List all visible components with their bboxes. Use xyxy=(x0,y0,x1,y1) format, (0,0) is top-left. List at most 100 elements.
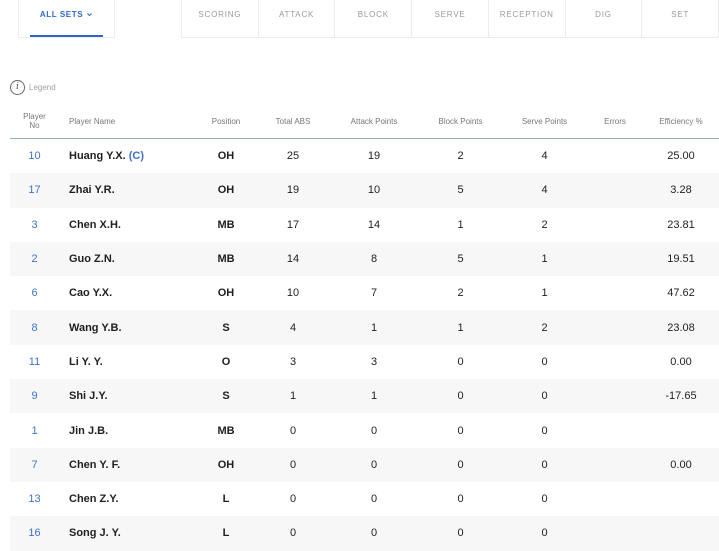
total-abs-value: 17 xyxy=(286,218,300,231)
table-row[interactable]: 11 Li Y. Y. O 3 3 0 0 0.00 xyxy=(10,345,719,379)
tab-scoring[interactable]: SCORING xyxy=(182,0,259,37)
efficiency-value xyxy=(643,413,719,447)
player-name[interactable]: Cao Y.X. xyxy=(59,276,195,310)
player-name[interactable]: Chen Z.Y. xyxy=(59,482,195,516)
player-number[interactable]: 17 xyxy=(10,173,59,208)
efficiency-value: 3.28 xyxy=(643,173,719,208)
attack-points-value: 0 xyxy=(370,493,378,506)
header-total-abs[interactable]: Total ABS xyxy=(257,104,329,139)
player-number[interactable]: 13 xyxy=(10,482,59,516)
table-row[interactable]: 16 Song J. Y. L 0 0 0 0 xyxy=(10,516,719,551)
info-icon: i xyxy=(10,80,25,95)
table-row[interactable]: 2 Guo Z.N. MB 14 8 5 1 19.51 xyxy=(10,241,719,277)
player-name-text: Chen X.H. xyxy=(69,218,121,231)
player-number[interactable]: 9 xyxy=(10,379,59,414)
player-position: L xyxy=(222,493,230,506)
player-number[interactable]: 10 xyxy=(10,139,59,174)
tab-attack[interactable]: ATTACK xyxy=(259,0,336,37)
header-errors[interactable]: Errors xyxy=(587,104,643,139)
tab-block[interactable]: BLOCK xyxy=(335,0,413,37)
player-name[interactable]: Wang Y.B. xyxy=(59,310,195,345)
errors-value xyxy=(587,208,643,242)
total-abs-value: 0 xyxy=(257,516,329,551)
player-name[interactable]: Shi J.Y. xyxy=(59,379,195,414)
serve-points-value: 0 xyxy=(502,516,587,551)
player-name[interactable]: Li Y. Y. xyxy=(59,345,195,379)
table-row[interactable]: 1 Jin J.B. MB 0 0 0 0 xyxy=(10,413,719,447)
tab-set[interactable]: SET xyxy=(642,0,718,37)
player-name[interactable]: Chen X.H. xyxy=(59,208,195,242)
serve-points-value: 1 xyxy=(541,287,548,300)
player-name[interactable]: Huang Y.X. (C) xyxy=(59,139,195,174)
stat-category-tabs: SCORING ATTACK BLOCK SERVE RECEPTION DIG… xyxy=(181,0,719,38)
tab-reception[interactable]: RECEPTION xyxy=(489,0,566,37)
total-abs-value: 19 xyxy=(257,173,329,208)
block-points-value: 1 xyxy=(457,218,464,231)
table-row[interactable]: 10 Huang Y.X. (C) OH 25 19 2 4 25.00 xyxy=(10,139,719,174)
table-row[interactable]: 3 Chen X.H. MB 17 14 1 2 23.81 xyxy=(10,208,719,242)
serve-points-value: 2 xyxy=(502,310,587,345)
player-name[interactable]: Song J. Y. xyxy=(59,516,195,551)
serve-points-value: 4 xyxy=(541,150,548,163)
attack-points-value: 0 xyxy=(370,424,378,437)
chevron-down-icon xyxy=(87,13,93,17)
table-row[interactable]: 7 Chen Y. F. OH 0 0 0 0 0.00 xyxy=(10,447,719,482)
player-stats-table: Player No Player Name Position Total ABS… xyxy=(10,104,719,551)
header-player-name[interactable]: Player Name xyxy=(59,104,195,139)
efficiency-value: 0.00 xyxy=(670,355,692,368)
player-number[interactable]: 6 xyxy=(10,276,59,310)
table-row[interactable]: 13 Chen Z.Y. L 0 0 0 0 xyxy=(10,482,719,516)
player-name-text: Chen Z.Y. xyxy=(69,493,119,506)
player-name-text: Jin J.B. xyxy=(69,424,109,437)
block-points-value: 2 xyxy=(457,287,464,300)
header-efficiency[interactable]: Efficiency % xyxy=(643,104,719,139)
tab-dig[interactable]: DIG xyxy=(566,0,643,37)
attack-points-value: 8 xyxy=(329,241,419,277)
all-sets-dropdown[interactable]: ALL SETS xyxy=(18,0,115,38)
table-row[interactable]: 8 Wang Y.B. S 4 1 1 2 23.08 xyxy=(10,310,719,345)
player-position: OH xyxy=(195,173,257,208)
serve-points-value: 0 xyxy=(541,493,548,506)
errors-value xyxy=(587,241,643,277)
player-position: MB xyxy=(195,241,257,277)
table-row[interactable]: 17 Zhai Y.R. OH 19 10 5 4 3.28 xyxy=(10,173,719,208)
serve-points-value: 1 xyxy=(502,241,587,277)
attack-points-value: 14 xyxy=(367,218,381,231)
player-name-text: Li Y. Y. xyxy=(69,355,103,368)
block-points-value: 0 xyxy=(457,355,464,368)
player-number[interactable]: 11 xyxy=(10,345,59,379)
efficiency-value: 0.00 xyxy=(643,447,719,482)
header-block-points[interactable]: Block Points xyxy=(419,104,502,139)
serve-points-value: 0 xyxy=(541,424,548,437)
header-serve-points[interactable]: Serve Points xyxy=(502,104,587,139)
legend-toggle[interactable]: i Legend xyxy=(10,80,56,95)
total-abs-value: 1 xyxy=(257,379,329,414)
player-position: O xyxy=(221,355,231,368)
player-number[interactable]: 8 xyxy=(10,310,59,345)
block-points-value: 0 xyxy=(419,516,502,551)
efficiency-value xyxy=(643,516,719,551)
efficiency-value: 25.00 xyxy=(667,150,695,163)
player-name-text: Shi J.Y. xyxy=(69,390,108,403)
active-tab-underline xyxy=(30,35,103,37)
header-position[interactable]: Position xyxy=(195,104,257,139)
table-row[interactable]: 6 Cao Y.X. OH 10 7 2 1 47.62 xyxy=(10,276,719,310)
table-header-row: Player No Player Name Position Total ABS… xyxy=(10,104,719,139)
player-name[interactable]: Zhai Y.R. xyxy=(59,173,195,208)
player-number[interactable]: 1 xyxy=(10,413,59,447)
block-points-value: 5 xyxy=(419,173,502,208)
block-points-value: 0 xyxy=(419,447,502,482)
player-number[interactable]: 2 xyxy=(10,241,59,277)
table-row[interactable]: 9 Shi J.Y. S 1 1 0 0 -17.65 xyxy=(10,379,719,414)
tab-serve[interactable]: SERVE xyxy=(412,0,489,37)
header-player-no[interactable]: Player No xyxy=(10,104,59,139)
player-number[interactable]: 7 xyxy=(10,447,59,482)
total-abs-value: 0 xyxy=(289,493,297,506)
player-name[interactable]: Guo Z.N. xyxy=(59,241,195,277)
player-name[interactable]: Chen Y. F. xyxy=(59,447,195,482)
header-attack-points[interactable]: Attack Points xyxy=(329,104,419,139)
player-number[interactable]: 3 xyxy=(10,208,59,242)
player-name[interactable]: Jin J.B. xyxy=(59,413,195,447)
legend-label: Legend xyxy=(29,83,56,92)
player-number[interactable]: 16 xyxy=(10,516,59,551)
